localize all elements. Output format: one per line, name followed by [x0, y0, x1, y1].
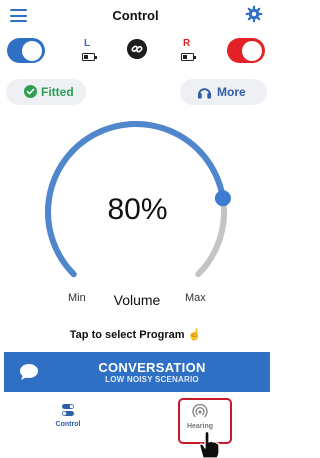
tab-control[interactable]: Control [23, 393, 113, 428]
tap-to-select-program[interactable]: Tap to select Program ☝ [0, 328, 271, 341]
volume-value: 80% [107, 193, 168, 226]
tap-hand-icon: ☝ [187, 329, 202, 341]
volume-knob [214, 190, 231, 207]
volume-dial[interactable] [0, 0, 271, 320]
hand-pointer-icon [199, 430, 220, 458]
volume-label: Volume [113, 292, 161, 308]
volume-min-label: Min [68, 292, 86, 304]
volume-max-label: Max [185, 292, 206, 304]
toggle-switches-icon [62, 404, 74, 416]
program-subtitle: LOW NOISY SCENARIO [105, 375, 199, 384]
tab-control-label: Control [55, 421, 81, 428]
program-banner[interactable]: CONVERSATION LOW NOISY SCENARIO [4, 352, 270, 392]
program-name: CONVERSATION [98, 360, 206, 375]
tap-program-label: Tap to select Program [69, 329, 185, 341]
